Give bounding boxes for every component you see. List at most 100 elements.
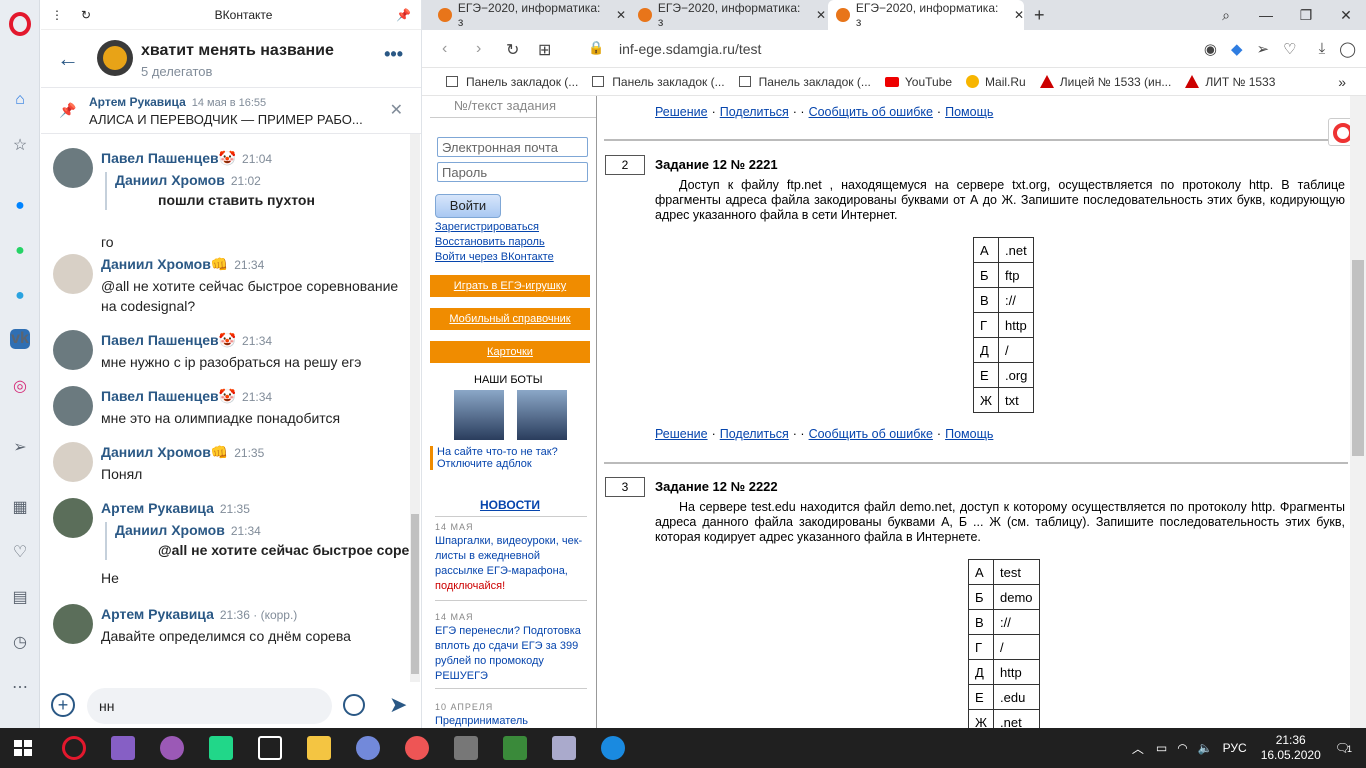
message-author[interactable]: Даниил Хромов <box>101 256 211 272</box>
bookmark-youtube[interactable]: YouTube <box>884 75 952 89</box>
emoji-icon[interactable] <box>343 694 365 716</box>
avatar[interactable] <box>53 604 93 644</box>
task-id-link[interactable]: 2221 <box>749 157 778 172</box>
back-arrow-icon[interactable]: ← <box>57 46 79 72</box>
pinned-message[interactable]: 📌 Артем Рукавица 14 мая в 16:55 АЛИСА И П… <box>41 88 421 134</box>
avatar[interactable] <box>53 330 93 370</box>
register-link[interactable]: Зарегистрироваться <box>435 221 539 233</box>
page-scrollbar[interactable] <box>1350 96 1366 728</box>
close-tab-icon[interactable]: ✕ <box>616 8 626 22</box>
language-indicator[interactable]: РУС <box>1223 741 1247 755</box>
star-icon[interactable]: ☆ <box>8 133 32 157</box>
message-author[interactable]: Павел Пашенцев <box>101 388 219 404</box>
bookmark-folder[interactable]: Панель закладок (... <box>738 75 871 89</box>
volume-icon[interactable]: 🔈 <box>1198 741 1213 755</box>
close-window-icon[interactable]: ✕ <box>1326 7 1366 24</box>
browser-tab[interactable]: ЕГЭ−2020, информатика: з ✕ <box>430 0 626 30</box>
wifi-icon[interactable]: ◠ <box>1177 741 1187 755</box>
calculator-icon[interactable] <box>552 736 576 760</box>
message-quote[interactable]: Даниил Хромов 21:02 пошли ставить пухтон <box>105 172 315 210</box>
avatar[interactable] <box>53 386 93 426</box>
home-icon[interactable]: ⌂ <box>8 88 32 112</box>
avatar[interactable] <box>53 442 93 482</box>
avatar[interactable] <box>53 254 93 294</box>
news-item[interactable]: Предприниматель <box>435 714 587 728</box>
news-item[interactable]: ЕГЭ перенесли? Подготовка вплоть до сдач… <box>435 624 587 684</box>
close-icon[interactable]: ✕ <box>390 100 403 120</box>
message-author[interactable]: Артем Рукавица <box>101 500 214 516</box>
tabs-grid-icon[interactable]: ⊞ <box>538 40 551 60</box>
avatar[interactable] <box>53 148 93 188</box>
login-button[interactable]: Войти <box>435 194 501 218</box>
bookmarks-overflow-icon[interactable]: » <box>1338 74 1346 90</box>
heart-icon[interactable]: ♡ <box>8 540 32 564</box>
send-icon[interactable]: ➢ <box>8 435 32 459</box>
notifications-icon[interactable]: 🗨1 <box>1335 741 1352 755</box>
message-author[interactable]: Даниил Хромов <box>101 444 211 460</box>
bookmark-folder[interactable]: Панель закладок (... <box>592 75 725 89</box>
app-icon[interactable] <box>503 736 527 760</box>
close-tab-icon[interactable]: ✕ <box>816 8 826 22</box>
news-heading[interactable]: НОВОСТИ <box>430 498 590 512</box>
whatsapp-icon[interactable]: ● <box>8 239 32 263</box>
more-icon[interactable]: ⋯ <box>8 675 32 699</box>
opera-icon[interactable] <box>62 736 86 760</box>
profile-icon[interactable]: ◯ <box>1339 40 1356 58</box>
unity-icon[interactable] <box>258 736 282 760</box>
adblock-warning[interactable]: На сайте что-то не так? Отключите адблок <box>430 446 590 470</box>
pycharm-icon[interactable] <box>209 736 233 760</box>
bookmark-lyceum[interactable]: Лицей № 1533 (ин... <box>1039 75 1171 89</box>
news-item[interactable]: Шпаргалки, видеоуроки, чек-листы в ежедн… <box>435 534 587 594</box>
forward-icon[interactable]: › <box>476 40 481 58</box>
message-author[interactable]: Павел Пашенцев <box>101 150 219 166</box>
restore-password-link[interactable]: Восстановить пароль <box>435 236 545 248</box>
bot-image[interactable] <box>454 390 504 440</box>
folder-icon[interactable] <box>307 736 331 760</box>
bookmark-folder[interactable]: Панель закладок (... <box>446 75 578 89</box>
task-id-link[interactable]: 2222 <box>749 479 778 494</box>
speed-dial-icon[interactable]: ▦ <box>8 495 32 519</box>
app-icon[interactable] <box>405 736 429 760</box>
report-link[interactable]: Сообщить об ошибке <box>809 105 933 119</box>
bookmark-mailru[interactable]: Mail.Ru <box>966 75 1026 89</box>
email-field[interactable]: Электронная почта <box>437 137 588 157</box>
close-tab-icon[interactable]: ✕ <box>1014 8 1024 22</box>
browser-tab[interactable]: ЕГЭ−2020, информатика: з ✕ <box>630 0 826 30</box>
solution-link[interactable]: Решение <box>655 427 708 441</box>
share-icon[interactable]: ➢ <box>1257 40 1270 58</box>
share-link[interactable]: Поделиться <box>720 427 789 441</box>
cards-button[interactable]: Карточки <box>430 341 590 363</box>
clock[interactable]: 21:36 16.05.2020 <box>1261 733 1321 763</box>
message-input[interactable]: нн <box>87 688 332 724</box>
report-link[interactable]: Сообщить об ошибке <box>809 427 933 441</box>
solution-link[interactable]: Решение <box>655 105 708 119</box>
play-game-button[interactable]: Играть в ЕГЭ-игрушку <box>430 275 590 297</box>
message-quote[interactable]: Даниил Хромов 21:34 @all не хотите сейчас… <box>105 522 409 560</box>
minimize-icon[interactable]: — <box>1246 7 1286 23</box>
chat-title[interactable]: хватит менять название <box>141 42 334 60</box>
message-scrollbar[interactable] <box>410 134 420 682</box>
reload-icon[interactable]: ↻ <box>506 40 519 60</box>
password-field[interactable]: Пароль <box>437 162 588 182</box>
help-link[interactable]: Помощь <box>945 427 993 441</box>
battery-icon[interactable]: ▭ <box>1156 741 1167 755</box>
vk-login-link[interactable]: Войти через ВКонтакте <box>435 251 554 263</box>
vk-icon[interactable]: vk <box>10 329 30 349</box>
instagram-icon[interactable]: ◎ <box>8 374 32 398</box>
messenger-icon[interactable]: ● <box>8 194 32 218</box>
chat-avatar[interactable] <box>97 40 133 76</box>
opera-logo-icon[interactable] <box>9 12 31 36</box>
tray-chevron-icon[interactable]: ︿ <box>1132 740 1144 757</box>
back-icon[interactable]: ‹ <box>442 40 447 58</box>
lock-icon[interactable]: 🔒 <box>588 40 604 56</box>
news-icon[interactable]: ▤ <box>8 585 32 609</box>
chat-more-icon[interactable]: ••• <box>384 44 403 65</box>
search-icon[interactable]: ⌕ <box>1206 7 1246 24</box>
download-icon[interactable]: ⤓ <box>1319 40 1326 58</box>
shield-icon[interactable]: ◆ <box>1231 40 1243 58</box>
chat-members[interactable]: 5 делегатов <box>141 64 212 79</box>
task-search-input[interactable]: №/текст задания <box>430 96 596 118</box>
attach-plus-icon[interactable]: + <box>51 693 75 717</box>
windows-start-icon[interactable] <box>14 740 32 756</box>
mobile-guide-button[interactable]: Мобильный справочник <box>430 308 590 330</box>
